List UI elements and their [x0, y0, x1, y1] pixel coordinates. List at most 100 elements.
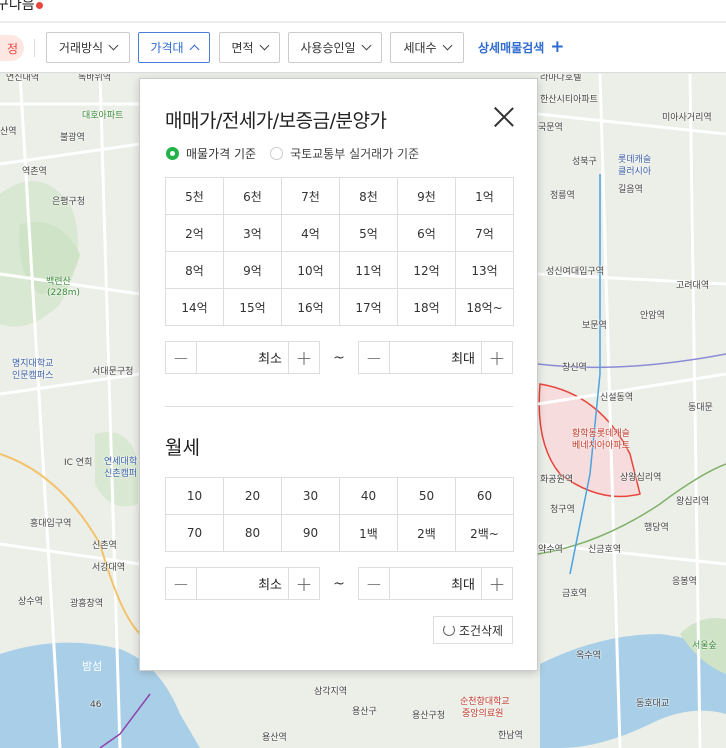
- monthly-option[interactable]: 80: [224, 515, 282, 552]
- map-label: 성북구: [572, 157, 597, 167]
- price-option[interactable]: 9억: [224, 252, 282, 289]
- section-divider: [165, 406, 513, 407]
- monthly-option[interactable]: 40: [340, 478, 398, 515]
- minus-icon[interactable]: −: [166, 568, 197, 599]
- radio-unselected-icon: [270, 147, 284, 160]
- map-label: 행당역: [644, 523, 669, 533]
- minus-icon[interactable]: −: [359, 568, 390, 599]
- price-option[interactable]: 6천: [224, 178, 282, 215]
- monthly-max-stepper: − 최대 +: [358, 567, 513, 600]
- price-option[interactable]: 7천: [282, 178, 340, 215]
- monthly-max-input[interactable]: 최대: [390, 574, 481, 593]
- price-option[interactable]: 18억~: [456, 289, 514, 326]
- deal-type-filter[interactable]: 거래방식: [46, 32, 130, 63]
- price-filter[interactable]: 가격대: [138, 32, 210, 63]
- price-option[interactable]: 11억: [340, 252, 398, 289]
- radio-listing-price[interactable]: 매물가격 기준: [166, 145, 256, 162]
- map-label: 불광역: [60, 133, 85, 143]
- price-option[interactable]: 18억: [398, 289, 456, 326]
- price-option[interactable]: 12억: [398, 252, 456, 289]
- price-min-stepper: − 최소 +: [165, 341, 320, 374]
- area-filter[interactable]: 면적: [219, 32, 280, 63]
- price-option[interactable]: 16억: [282, 289, 340, 326]
- plus-icon[interactable]: +: [481, 568, 512, 599]
- plus-icon[interactable]: +: [481, 342, 512, 373]
- monthly-option[interactable]: 30: [282, 478, 340, 515]
- monthly-option[interactable]: 70: [166, 515, 224, 552]
- monthly-option[interactable]: 60: [456, 478, 514, 515]
- chevron-up-icon: [189, 44, 200, 54]
- price-option[interactable]: 8천: [340, 178, 398, 215]
- households-filter[interactable]: 세대수: [390, 32, 464, 63]
- notification-dot-icon: [35, 1, 43, 9]
- price-option[interactable]: 5천: [166, 178, 224, 215]
- households-label: 세대수: [403, 41, 437, 55]
- price-range-inputs: − 최소 + ~ − 최대 +: [165, 341, 513, 374]
- map-label: 한산시티아파트: [540, 95, 598, 105]
- map-label: 동호대교: [636, 699, 670, 709]
- map-label: 은평구청: [52, 197, 86, 207]
- approval-date-filter[interactable]: 사용승인일: [288, 32, 382, 63]
- reset-filter-button[interactable]: 정: [0, 35, 24, 61]
- price-option[interactable]: 5억: [340, 215, 398, 252]
- price-option[interactable]: 10억: [282, 252, 340, 289]
- price-max-stepper: − 최대 +: [358, 341, 513, 374]
- map-label: 베네치아아파트: [572, 441, 630, 451]
- monthly-option[interactable]: 2백~: [456, 515, 514, 552]
- map-label: 인문캠퍼스: [12, 371, 54, 381]
- price-option[interactable]: 7억: [456, 215, 514, 252]
- plus-icon[interactable]: +: [288, 568, 319, 599]
- map-label: 응봉역: [672, 577, 697, 587]
- minus-icon[interactable]: −: [166, 342, 197, 373]
- price-option[interactable]: 8억: [166, 252, 224, 289]
- minus-icon[interactable]: −: [359, 342, 390, 373]
- map-label: 용산역: [262, 733, 287, 743]
- price-option[interactable]: 17억: [340, 289, 398, 326]
- map-label: 대호아파트: [82, 111, 124, 121]
- map-label: 백련산: [46, 277, 71, 287]
- radio-selected-icon: [166, 147, 179, 160]
- map-label: 용산구: [352, 707, 377, 717]
- map-label: 청구역: [550, 505, 575, 515]
- clear-conditions-button[interactable]: 조건삭제: [433, 616, 513, 644]
- map-label: 상왕십리역: [620, 473, 662, 483]
- price-option[interactable]: 4억: [282, 215, 340, 252]
- monthly-option[interactable]: 2백: [398, 515, 456, 552]
- map-label: 신금호역: [588, 545, 622, 555]
- monthly-option[interactable]: 10: [166, 478, 224, 515]
- price-option[interactable]: 3억: [224, 215, 282, 252]
- monthly-min-input[interactable]: 최소: [197, 574, 288, 593]
- map-label: 왕십리역: [676, 497, 710, 507]
- price-option[interactable]: 6억: [398, 215, 456, 252]
- price-option[interactable]: 2억: [166, 215, 224, 252]
- map-label: 연신내역: [6, 74, 40, 83]
- chevron-down-icon: [108, 40, 119, 51]
- area-label: 면적: [231, 41, 254, 55]
- map-label: 고려대역: [676, 281, 710, 291]
- plus-icon[interactable]: +: [288, 342, 319, 373]
- plus-icon: +: [550, 37, 565, 57]
- price-max-input[interactable]: 최대: [390, 348, 481, 367]
- price-option[interactable]: 1억: [456, 178, 514, 215]
- close-icon[interactable]: [494, 107, 514, 127]
- map-label: 밤섬: [82, 660, 103, 673]
- map-label: 약수역: [538, 545, 563, 555]
- radio-actual-price[interactable]: 국토교통부 실거래가 기준: [270, 145, 419, 162]
- detail-search-label: 상세매물검색: [478, 41, 545, 55]
- price-min-input[interactable]: 최소: [197, 348, 288, 367]
- price-options-grid: 5천 6천 7천 8천 9천 1억 2억 3억 4억 5억 6억 7억 8억 9…: [165, 177, 514, 326]
- app-title: 구다음: [0, 0, 43, 14]
- map-label: 옥수역: [576, 651, 601, 661]
- monthly-option[interactable]: 1백: [340, 515, 398, 552]
- map-label: 서강대역: [92, 563, 126, 573]
- detail-search-button[interactable]: 상세매물검색 +: [478, 39, 565, 56]
- map-label: 동대문: [688, 403, 713, 413]
- price-option[interactable]: 15억: [224, 289, 282, 326]
- price-option[interactable]: 9천: [398, 178, 456, 215]
- price-option[interactable]: 13억: [456, 252, 514, 289]
- price-option[interactable]: 14억: [166, 289, 224, 326]
- monthly-option[interactable]: 90: [282, 515, 340, 552]
- monthly-option[interactable]: 50: [398, 478, 456, 515]
- radio-actual-label: 국토교통부 실거래가 기준: [290, 147, 420, 161]
- monthly-option[interactable]: 20: [224, 478, 282, 515]
